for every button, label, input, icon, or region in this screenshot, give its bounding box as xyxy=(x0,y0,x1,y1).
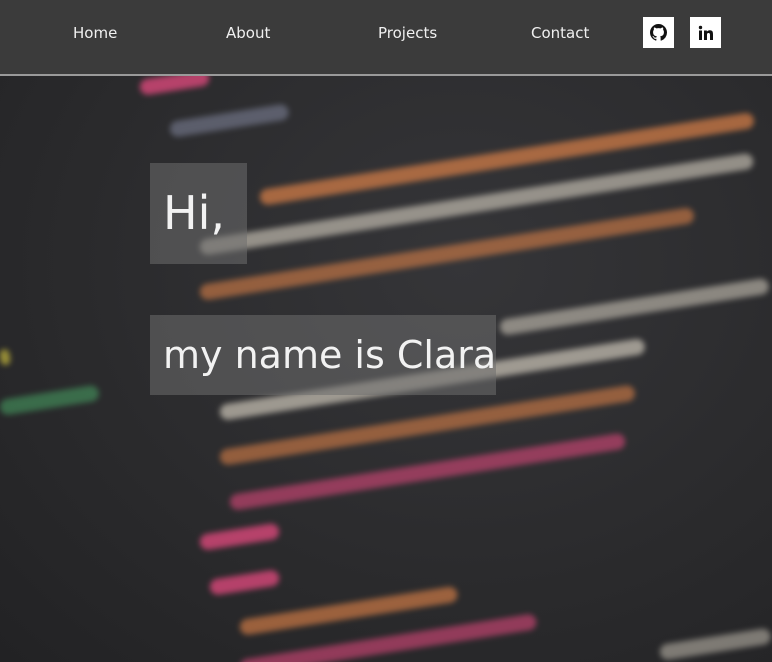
nav-projects[interactable]: Projects xyxy=(378,24,437,42)
hero-intro: my name is Clara xyxy=(150,315,496,395)
nav-home[interactable]: Home xyxy=(73,24,117,42)
linkedin-button[interactable] xyxy=(690,17,721,48)
github-icon xyxy=(650,24,667,41)
linkedin-icon xyxy=(698,25,713,40)
nav-contact[interactable]: Contact xyxy=(531,24,589,42)
hero-greeting: Hi, xyxy=(150,163,247,264)
github-button[interactable] xyxy=(643,17,674,48)
nav-about[interactable]: About xyxy=(226,24,270,42)
top-navbar: Home About Projects Contact xyxy=(0,0,772,76)
